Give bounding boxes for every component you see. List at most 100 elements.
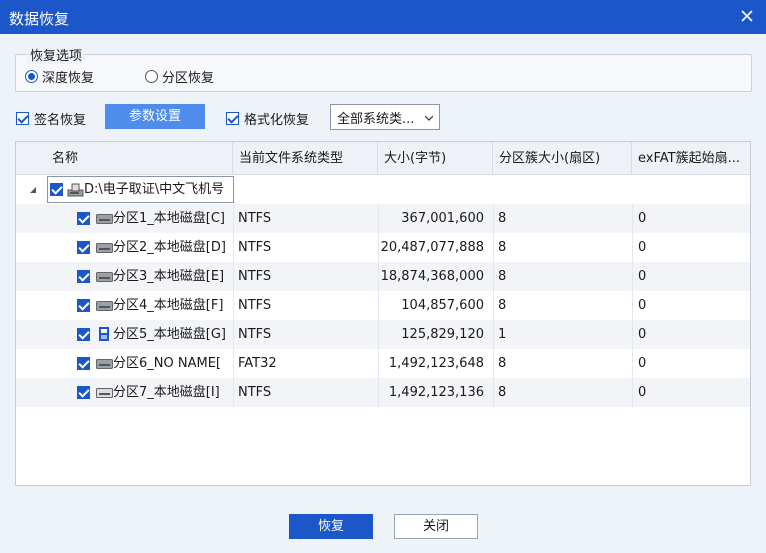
- column-separator: [233, 320, 234, 349]
- partition-exfat-start: 0: [638, 327, 647, 342]
- column-separator: [493, 204, 494, 233]
- fs-type-select[interactable]: 全部系统类...: [330, 104, 440, 130]
- column-separator: [233, 262, 234, 291]
- partition-recovery-radio[interactable]: 分区恢复: [145, 67, 214, 86]
- signature-recovery-checkbox[interactable]: 签名恢复: [16, 109, 86, 128]
- partition-name: 分区7_本地磁盘[I]: [113, 385, 220, 400]
- checkbox-checked-icon[interactable]: [77, 386, 90, 399]
- partition-cluster-size: 8: [498, 298, 507, 313]
- partition-size: 104,857,600: [401, 298, 484, 313]
- recovery-options-legend: 恢复选项: [27, 45, 86, 64]
- partition-cluster-size: 8: [498, 240, 507, 255]
- column-separator: [233, 204, 234, 233]
- checkbox-checked-icon: [226, 112, 239, 125]
- signature-recovery-label: 签名恢复: [34, 113, 87, 128]
- column-separator: [493, 320, 494, 349]
- partition-exfat-start: 0: [638, 240, 647, 255]
- hard-disk-icon: [96, 272, 113, 282]
- partition-size: 125,829,120: [401, 327, 484, 342]
- column-separator: [493, 233, 494, 262]
- partition-cluster-size: 1: [498, 327, 507, 342]
- hard-disk-icon: [96, 388, 113, 398]
- column-header-cluster-size[interactable]: 分区簇大小(扇区): [493, 142, 632, 175]
- checkbox-checked-icon[interactable]: [50, 183, 63, 196]
- format-recovery-label: 格式化恢复: [244, 113, 310, 128]
- close-icon[interactable]: [738, 7, 756, 25]
- partition-name: 分区5_本地磁盘[G]: [113, 327, 226, 342]
- partition-size: 367,001,600: [401, 211, 484, 226]
- column-separator: [632, 349, 633, 378]
- checkbox-checked-icon[interactable]: [77, 212, 90, 225]
- column-header-exfat-start[interactable]: exFAT簇起始扇...: [632, 142, 750, 175]
- partition-size: 20,487,077,888: [380, 240, 484, 255]
- partition-name: 分区6_NO NAME[: [113, 356, 221, 371]
- column-separator: [632, 291, 633, 320]
- column-separator: [493, 291, 494, 320]
- hard-disk-icon: [96, 243, 113, 253]
- close-button[interactable]: 关闭: [394, 514, 478, 539]
- column-separator: [233, 378, 234, 407]
- column-header-size[interactable]: 大小(字节): [378, 142, 493, 175]
- deep-recovery-label: 深度恢复: [42, 71, 95, 86]
- checkbox-checked-icon[interactable]: [77, 357, 90, 370]
- deep-recovery-radio[interactable]: 深度恢复: [25, 67, 94, 86]
- column-separator: [632, 204, 633, 233]
- column-separator: [632, 378, 633, 407]
- table-row[interactable]: 分区3_本地磁盘[E] NTFS 18,874,368,000 8 0: [16, 262, 750, 291]
- partition-fs-type: NTFS: [238, 385, 272, 400]
- column-separator: [632, 320, 633, 349]
- checkbox-checked-icon: [16, 112, 29, 125]
- table-row[interactable]: 分区6_NO NAME[FAT32 1,492,123,648 8 0: [16, 349, 750, 378]
- partition-cluster-size: 8: [498, 356, 507, 371]
- column-separator: [493, 262, 494, 291]
- partition-name: 分区3_本地磁盘[E]: [113, 269, 225, 284]
- table-header: 名称 当前文件系统类型 大小(字节) 分区簇大小(扇区) exFAT簇起始扇..…: [16, 142, 750, 175]
- partition-exfat-start: 0: [638, 356, 647, 371]
- partition-fs-type: NTFS: [238, 327, 272, 342]
- format-recovery-checkbox[interactable]: 格式化恢复: [226, 109, 309, 128]
- usb-drive-icon: [99, 327, 109, 341]
- radio-unselected-icon: [145, 70, 158, 83]
- partition-fs-type: NTFS: [238, 298, 272, 313]
- table-row[interactable]: 分区4_本地磁盘[F] NTFS 104,857,600 8 0: [16, 291, 750, 320]
- table-row[interactable]: 分区2_本地磁盘[D] NTFS 20,487,077,888 8 0: [16, 233, 750, 262]
- partition-table: 名称 当前文件系统类型 大小(字节) 分区簇大小(扇区) exFAT簇起始扇..…: [15, 141, 751, 486]
- table-row[interactable]: 分区1_本地磁盘[C] NTFS 367,001,600 8 0: [16, 204, 750, 233]
- partition-exfat-start: 0: [638, 211, 647, 226]
- partition-name: 分区2_本地磁盘[D]: [113, 240, 226, 255]
- hard-disk-icon: [96, 214, 113, 224]
- column-separator: [233, 349, 234, 378]
- partition-fs-type: NTFS: [238, 211, 272, 226]
- column-separator: [632, 233, 633, 262]
- partition-name: 分区4_本地磁盘[F]: [113, 298, 224, 313]
- partition-name: 分区1_本地磁盘[C]: [113, 211, 225, 226]
- checkbox-checked-icon[interactable]: [77, 328, 90, 341]
- column-separator: [632, 262, 633, 291]
- root-name: D:\电子取证\中文飞机号: [84, 182, 225, 197]
- checkbox-checked-icon[interactable]: [77, 299, 90, 312]
- column-header-name[interactable]: 名称: [16, 142, 233, 175]
- partition-cluster-size: 8: [498, 385, 507, 400]
- fs-type-selected-value: 全部系统类...: [337, 111, 415, 127]
- partition-fs-type: NTFS: [238, 240, 272, 255]
- column-header-fs-type[interactable]: 当前文件系统类型: [233, 142, 378, 175]
- chevron-down-icon: [425, 115, 433, 121]
- window-title: 数据恢复: [9, 10, 70, 28]
- recover-button[interactable]: 恢复: [289, 514, 373, 539]
- radio-selected-icon: [25, 70, 38, 83]
- table-row-root[interactable]: D:\电子取证\中文飞机号: [16, 175, 750, 204]
- column-separator: [493, 349, 494, 378]
- column-separator: [493, 378, 494, 407]
- checkbox-checked-icon[interactable]: [77, 270, 90, 283]
- param-settings-button[interactable]: 参数设置: [105, 104, 205, 129]
- checkbox-checked-icon[interactable]: [77, 241, 90, 254]
- table-row[interactable]: 分区5_本地磁盘[G] NTFS 125,829,120 1 0: [16, 320, 750, 349]
- recovery-options-group: [15, 54, 752, 92]
- partition-recovery-label: 分区恢复: [162, 71, 215, 86]
- disk-image-icon: [67, 183, 84, 197]
- table-row[interactable]: 分区7_本地磁盘[I] NTFS 1,492,123,136 8 0: [16, 378, 750, 407]
- partition-fs-type: NTFS: [238, 269, 272, 284]
- tree-collapse-icon[interactable]: [29, 186, 37, 194]
- partition-size: 1,492,123,136: [388, 385, 484, 400]
- partition-size: 18,874,368,000: [380, 269, 484, 284]
